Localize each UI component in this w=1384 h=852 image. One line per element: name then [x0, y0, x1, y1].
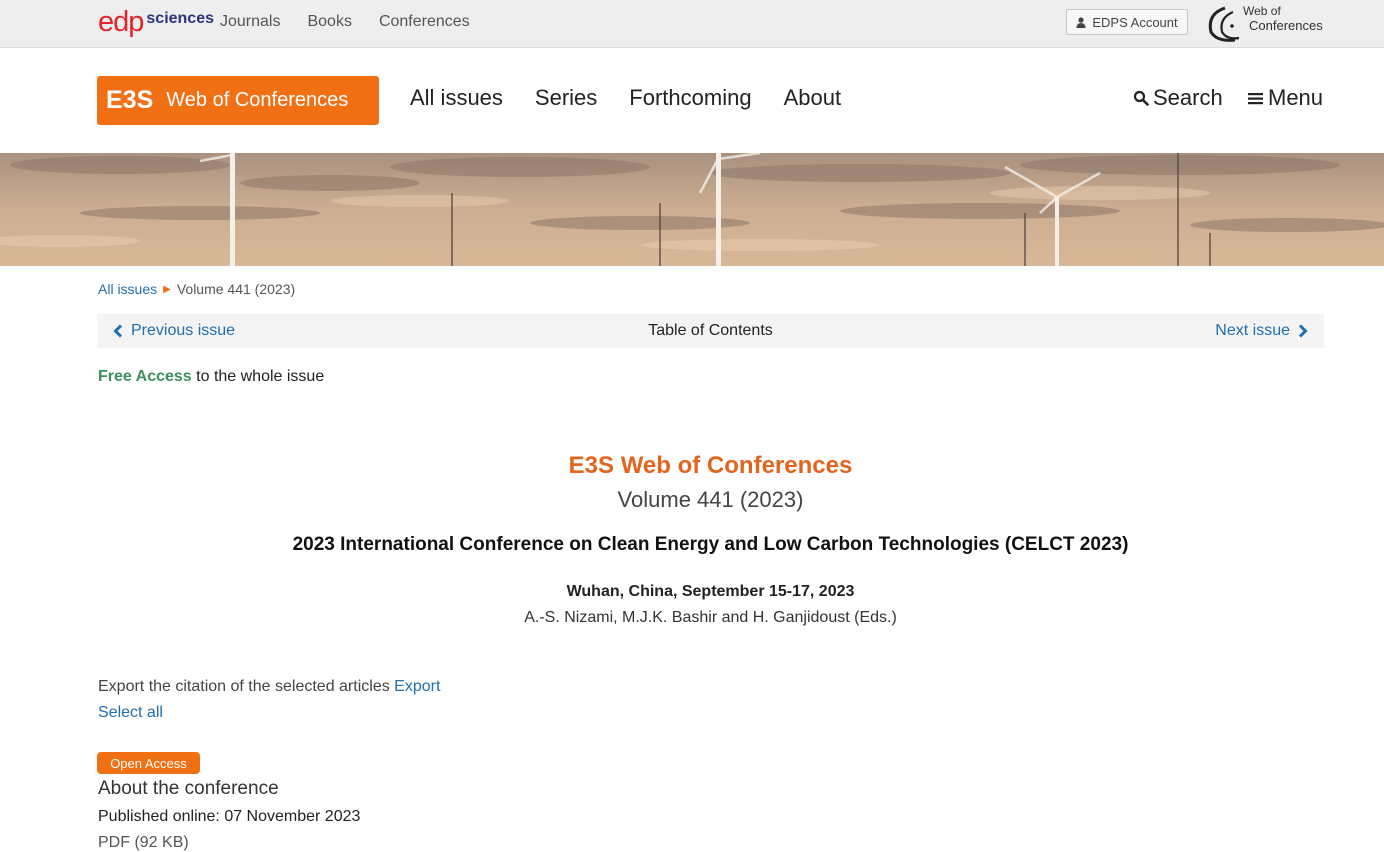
export-link[interactable]: Export: [394, 678, 440, 695]
user-icon: [1076, 16, 1086, 28]
breadcrumb-arrow-icon: ▶: [163, 283, 171, 295]
next-issue-label: Next issue: [1215, 322, 1290, 339]
previous-issue-label: Previous issue: [131, 322, 236, 339]
chevron-right-icon: [1298, 324, 1308, 338]
chevron-left-icon: [113, 324, 123, 338]
nav-forthcoming[interactable]: Forthcoming: [629, 85, 751, 111]
edp-sciences-logo[interactable]: edp sciences: [98, 4, 214, 40]
journal-header: E3S Web of Conferences All issues Series…: [0, 48, 1384, 153]
search-label: Search: [1153, 85, 1223, 110]
conference-title: 2023 International Conference on Clean E…: [292, 534, 1129, 555]
e3s-logo-long: Web of Conferences: [166, 89, 349, 111]
edp-logo-text: edp: [98, 5, 144, 38]
wofc-line1: Web of: [1243, 4, 1281, 18]
free-access-label: Free Access: [98, 368, 192, 385]
nav-all-issues[interactable]: All issues: [410, 85, 503, 111]
export-text: Export the citation of the selected arti…: [98, 678, 395, 695]
breadcrumb-all-issues[interactable]: All issues: [98, 281, 157, 297]
open-access-badge: Open Access: [97, 752, 200, 774]
search-button[interactable]: Search: [1133, 85, 1223, 111]
next-issue-link[interactable]: Next issue: [1215, 322, 1308, 340]
export-citation-row: Export the citation of the selected arti…: [98, 678, 440, 696]
menu-label: Menu: [1268, 85, 1324, 110]
toc-nav-bar: Table of Contents Previous issue Next is…: [97, 314, 1324, 348]
free-access-rest: to the whole issue: [191, 368, 325, 385]
conference-location: Wuhan, China, September 15-17, 2023: [566, 583, 855, 600]
edps-account-label: EDPS Account: [1092, 14, 1178, 30]
previous-issue-link[interactable]: Previous issue: [113, 322, 235, 340]
top-nav-conferences[interactable]: Conferences: [379, 13, 470, 31]
e3s-logo-short: E3S: [106, 86, 154, 114]
banner-image: [0, 153, 1384, 266]
sciences-logo-text: sciences: [146, 10, 214, 27]
top-nav-books[interactable]: Books: [307, 13, 351, 31]
article-published-date: Published online: 07 November 2023: [98, 808, 361, 825]
top-nav: Journals Books Conferences: [220, 13, 497, 31]
volume-title: Volume 441 (2023): [617, 487, 804, 512]
web-of-conferences-logo[interactable]: Web of Conferences: [1205, 4, 1325, 42]
conference-editors: A.-S. Nizami, M.J.K. Bashir and H. Ganji…: [524, 609, 897, 626]
wind-turbine-banner: [0, 153, 1384, 266]
main-nav: All issues Series Forthcoming About: [410, 85, 873, 111]
breadcrumb-current: Volume 441 (2023): [176, 281, 296, 297]
edps-account-button[interactable]: EDPS Account: [1066, 9, 1188, 35]
e3s-logo[interactable]: E3S Web of Conferences: [97, 76, 379, 125]
journal-title: E3S Web of Conferences: [568, 452, 853, 479]
menu-button[interactable]: Menu: [1248, 85, 1323, 111]
menu-icon: [1248, 93, 1263, 105]
nav-series[interactable]: Series: [535, 85, 597, 111]
article-pdf-link[interactable]: PDF (92 KB): [98, 834, 189, 852]
breadcrumb: All issues ▶ Volume 441 (2023): [98, 281, 295, 297]
search-icon: [1133, 90, 1149, 106]
article-title[interactable]: About the conference: [98, 778, 279, 800]
wofc-line2: Conferences: [1249, 18, 1323, 33]
free-access-notice: Free Access to the whole issue: [98, 368, 324, 386]
top-nav-journals[interactable]: Journals: [220, 13, 280, 31]
select-all-link[interactable]: Select all: [98, 704, 163, 722]
top-bar: edp sciences Journals Books Conferences …: [0, 0, 1384, 48]
toc-title: Table of Contents: [648, 322, 773, 339]
nav-about[interactable]: About: [784, 85, 842, 111]
